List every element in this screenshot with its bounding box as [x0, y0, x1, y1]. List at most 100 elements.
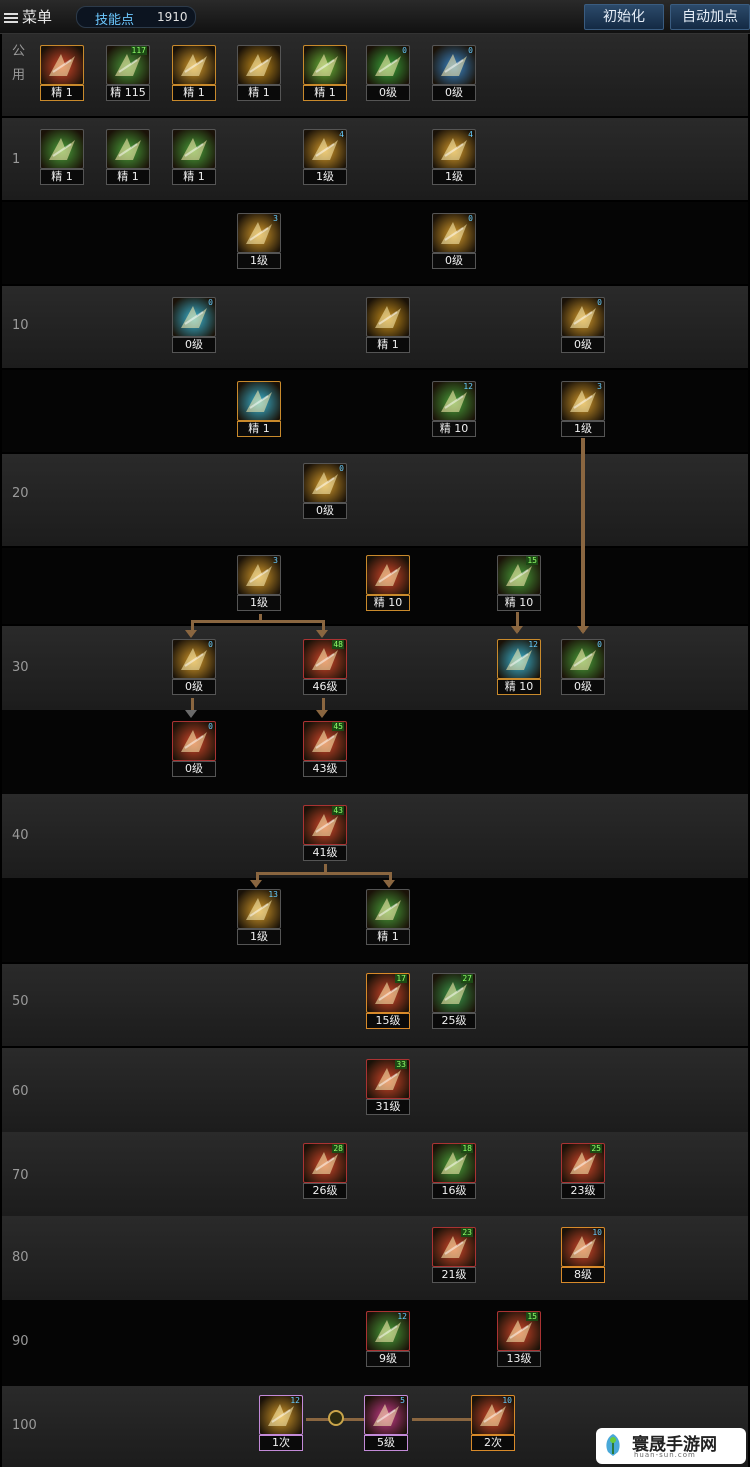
skill-icon: 4: [432, 129, 476, 169]
skill-level: 2次: [471, 1435, 515, 1451]
skill-icon: 3: [237, 555, 281, 595]
skill-icon: 0: [432, 45, 476, 85]
skill-r15-b[interactable]: 15 13级: [496, 1310, 542, 1368]
skill-icon: 0: [366, 45, 410, 85]
skill-max-badge: 12: [463, 382, 473, 391]
skill-max-badge: 23: [461, 1228, 473, 1237]
skill-max-badge: 3: [273, 556, 278, 565]
skill-passive-2[interactable]: 117 精 115: [105, 44, 151, 102]
skill-r6-b[interactable]: 精 10: [365, 554, 411, 612]
skill-level: 23级: [561, 1183, 605, 1199]
skill-passive-4[interactable]: 精 1: [236, 44, 282, 102]
skill-r7-c[interactable]: 12 精 10: [496, 638, 542, 696]
skill-r13-a[interactable]: 28 26级: [302, 1142, 348, 1200]
skill-r3-b[interactable]: 精 1: [365, 296, 411, 354]
skill-r11-b[interactable]: 27 25级: [431, 972, 477, 1030]
skill-max-badge: 0: [597, 298, 602, 307]
skill-r7-d[interactable]: 0 0级: [560, 638, 606, 696]
skill-max-badge: 48: [332, 640, 344, 649]
skill-r10-a[interactable]: 13 1级: [236, 888, 282, 946]
skill-icon: [366, 555, 410, 595]
skill-icon: 12: [366, 1311, 410, 1351]
skill-r7-a[interactable]: 0 0级: [171, 638, 217, 696]
skill-r14-a[interactable]: 23 21级: [431, 1226, 477, 1284]
skill-wings[interactable]: 0 0级: [431, 44, 477, 102]
skill-level: 精 10: [366, 595, 410, 611]
row-level-label: 100: [12, 1418, 37, 1433]
skill-row: [2, 710, 748, 794]
prerequisite-line: [191, 620, 325, 623]
skill-icon: 0: [303, 463, 347, 503]
skill-r11-a[interactable]: 17 15级: [365, 972, 411, 1030]
skill-r6-c[interactable]: 15 精 10: [496, 554, 542, 612]
skill-icon: 23: [432, 1227, 476, 1267]
skill-r4-b[interactable]: 12 精 10: [431, 380, 477, 438]
skill-r16-a[interactable]: 12 1次: [258, 1394, 304, 1452]
skill-r9-a[interactable]: 43 41级: [302, 804, 348, 862]
skill-icon: [237, 381, 281, 421]
skill-icon: [303, 45, 347, 85]
skill-r1-c[interactable]: 精 1: [171, 128, 217, 186]
skill-icon: 45: [303, 721, 347, 761]
skill-level: 1级: [303, 169, 347, 185]
skill-level: 0级: [303, 503, 347, 519]
skill-r12-a[interactable]: 33 31级: [365, 1058, 411, 1116]
skill-r8-a[interactable]: 0 0级: [171, 720, 217, 778]
menu-button[interactable]: 菜单: [4, 6, 52, 27]
skill-max-badge: 4: [468, 130, 473, 139]
reset-button[interactable]: 初始化: [584, 4, 664, 30]
skill-icon: 117: [106, 45, 150, 85]
auto-assign-button[interactable]: 自动加点: [670, 4, 750, 30]
skill-level: 0级: [432, 253, 476, 269]
prerequisite-arrow-icon: [250, 880, 262, 888]
skill-icon: [237, 45, 281, 85]
skill-r14-b[interactable]: 10 8级: [560, 1226, 606, 1284]
skill-max-badge: 12: [528, 640, 538, 649]
skill-icon: [366, 889, 410, 929]
skill-level: 16级: [432, 1183, 476, 1199]
skill-level: 精 1: [366, 337, 410, 353]
skill-r3-a[interactable]: 0 0级: [171, 296, 217, 354]
skill-r6-a[interactable]: 3 1级: [236, 554, 282, 612]
skill-r13-c[interactable]: 25 23级: [560, 1142, 606, 1200]
skill-r15-a[interactable]: 12 9级: [365, 1310, 411, 1368]
row-level-label: 70: [12, 1168, 29, 1183]
skill-r7-b[interactable]: 48 46级: [302, 638, 348, 696]
skill-passive-3[interactable]: 精 1: [171, 44, 217, 102]
skill-max-badge: 12: [290, 1396, 300, 1405]
skill-passive-1[interactable]: 精 1: [39, 44, 85, 102]
skill-r1-b[interactable]: 精 1: [105, 128, 151, 186]
skill-r10-b[interactable]: 精 1: [365, 888, 411, 946]
skill-r13-b[interactable]: 18 16级: [431, 1142, 477, 1200]
prerequisite-arrow-icon: [185, 630, 197, 638]
watermark-url: huan-sun.com: [634, 1451, 696, 1459]
skill-icon: [172, 45, 216, 85]
prerequisite-arrow-icon: [316, 710, 328, 718]
skill-r2-a[interactable]: 3 1级: [236, 212, 282, 270]
skill-r2-b[interactable]: 0 0级: [431, 212, 477, 270]
skill-r16-c[interactable]: 10 2次: [470, 1394, 516, 1452]
skill-r1-d[interactable]: 4 1级: [302, 128, 348, 186]
skill-passive-5[interactable]: 精 1: [302, 44, 348, 102]
skill-icon: 0: [172, 297, 216, 337]
menu-icon: [4, 11, 18, 25]
skill-icon: 33: [366, 1059, 410, 1099]
skill-level: 1级: [237, 929, 281, 945]
prerequisite-line: [581, 438, 585, 632]
skill-r4-a[interactable]: 精 1: [236, 380, 282, 438]
skill-r8-b[interactable]: 45 43级: [302, 720, 348, 778]
skill-target[interactable]: 0 0级: [365, 44, 411, 102]
skill-r1-e[interactable]: 4 1级: [431, 128, 477, 186]
skill-r16-b[interactable]: 5 5级: [363, 1394, 409, 1452]
skill-r5-a[interactable]: 0 0级: [302, 462, 348, 520]
row-level-label: 90: [12, 1334, 29, 1349]
skill-r1-a[interactable]: 精 1: [39, 128, 85, 186]
skill-row: 70: [2, 1132, 748, 1216]
skill-row: 80: [2, 1216, 748, 1300]
skill-level: 精 10: [497, 679, 541, 695]
skill-r3-c[interactable]: 0 0级: [560, 296, 606, 354]
skill-level: 精 1: [237, 85, 281, 101]
skill-icon: 15: [497, 555, 541, 595]
skill-icon: 0: [561, 297, 605, 337]
skill-r4-c[interactable]: 3 1级: [560, 380, 606, 438]
